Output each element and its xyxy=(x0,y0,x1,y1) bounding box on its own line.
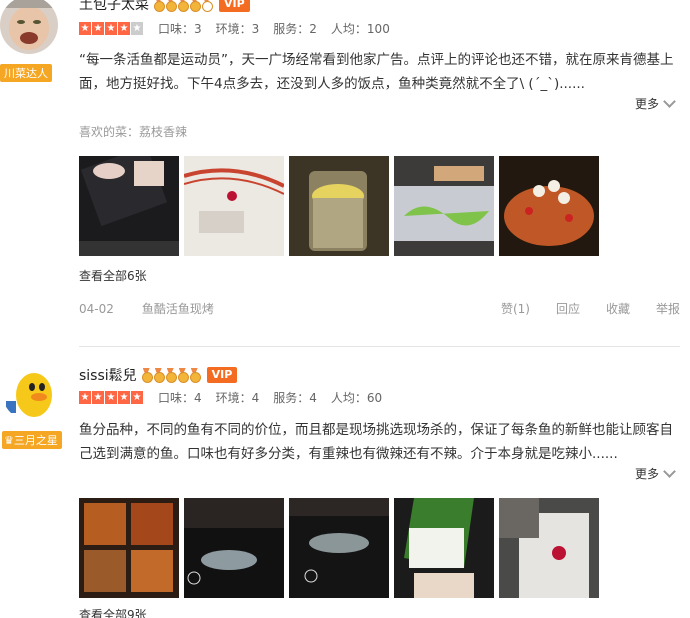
vip-badge[interactable]: VIP xyxy=(219,0,250,12)
star-icon: ★ xyxy=(79,21,92,35)
chevron-down-icon xyxy=(663,465,676,478)
username-link[interactable]: sissi鬆兒 xyxy=(79,365,137,385)
taste-score: 口味：3 xyxy=(158,21,202,36)
star-empty-icon: ★ xyxy=(131,21,144,35)
favorite-dish-label: 喜欢的菜： xyxy=(79,125,140,139)
review-text: “每一条活鱼都是运动员”，天一广场经常看到他家广告。点评上的评论也还不错，就在原… xyxy=(79,52,674,92)
view-all-photos-link[interactable]: 查看全部9张 xyxy=(79,606,147,618)
average-price: 人均：60 xyxy=(330,390,383,405)
medal-icon xyxy=(165,368,177,383)
user-avatar[interactable] xyxy=(2,363,60,421)
user-level-tag: ♛三月之星 xyxy=(2,431,62,449)
average-price: 人均：100 xyxy=(330,21,390,36)
star-icon: ★ xyxy=(79,390,92,404)
medal-icon xyxy=(189,368,201,383)
trophy-icon: ♛ xyxy=(4,434,14,447)
star-icon: ★ xyxy=(92,21,105,35)
star-rating: ★ ★ ★ ★ ★ xyxy=(79,390,144,404)
photo-strip xyxy=(79,156,604,256)
more-label: 更多 xyxy=(634,467,659,481)
star-icon: ★ xyxy=(118,390,131,404)
medal-icon xyxy=(177,368,189,383)
review-meta-row: 04-02 鱼酷活鱼现烤 赞(1) 回应 收藏 举报 xyxy=(79,300,680,317)
medal-icon xyxy=(141,368,153,383)
review-photo[interactable] xyxy=(499,156,599,256)
review-photo[interactable] xyxy=(184,498,284,598)
report-button[interactable]: 举报 xyxy=(656,300,680,317)
review-photo[interactable] xyxy=(79,156,179,256)
medal-icon xyxy=(153,368,165,383)
user-level-label: 三月之星 xyxy=(13,434,58,447)
star-icon: ★ xyxy=(131,390,144,404)
more-button[interactable]: 更多 xyxy=(634,465,676,482)
star-icon: ★ xyxy=(105,390,118,404)
user-name-row: 土包子太菜 VIP xyxy=(79,0,250,14)
more-button[interactable]: 更多 xyxy=(634,95,676,112)
review-photo[interactable] xyxy=(79,498,179,598)
reply-button[interactable]: 回应 xyxy=(556,300,580,317)
review-divider xyxy=(79,346,680,347)
environment-score: 环境：4 xyxy=(215,390,260,405)
review-photo[interactable] xyxy=(184,156,284,256)
user-avatar[interactable] xyxy=(0,0,58,54)
review-date: 04-02 xyxy=(79,301,114,316)
review-text: 鱼分品种，不同的鱼有不同的价位，而且都是现场挑选现场杀的，保证了每条鱼的新鲜也能… xyxy=(79,422,673,462)
medal-icon xyxy=(165,0,177,12)
username-link[interactable]: 土包子太菜 xyxy=(79,0,149,14)
medal-empty-icon xyxy=(201,0,213,12)
vip-badge[interactable]: VIP xyxy=(206,367,238,383)
star-icon: ★ xyxy=(105,21,118,35)
star-icon: ★ xyxy=(92,390,105,404)
service-score: 服务：4 xyxy=(273,390,317,405)
star-icon: ★ xyxy=(118,21,131,35)
user-level-tag: 川菜达人 xyxy=(0,64,52,82)
medal-icon xyxy=(177,0,189,12)
service-score: 服务：2 xyxy=(273,21,317,36)
user-name-row: sissi鬆兒 VIP xyxy=(79,365,238,385)
rating-row: ★ ★ ★ ★ ★ 口味：4 环境：4 服务：4 人均：60 xyxy=(79,389,396,405)
review-photo[interactable] xyxy=(394,156,494,256)
favorite-dish-value[interactable]: 荔枝香辣 xyxy=(139,125,187,139)
view-all-photos-link[interactable]: 查看全部6张 xyxy=(79,267,147,284)
chevron-down-icon xyxy=(663,95,676,108)
photo-strip xyxy=(79,498,604,598)
favorite-dish: 喜欢的菜：荔枝香辣 xyxy=(79,123,187,140)
medal-icon xyxy=(189,0,201,12)
star-rating: ★ ★ ★ ★ ★ xyxy=(79,21,144,35)
review-photo[interactable] xyxy=(289,156,389,256)
review-photo[interactable] xyxy=(499,498,599,598)
medal-icon xyxy=(153,0,165,12)
shop-link[interactable]: 鱼酷活鱼现烤 xyxy=(142,300,475,317)
rating-row: ★ ★ ★ ★ ★ 口味：3 环境：3 服务：2 人均：100 xyxy=(79,20,404,36)
environment-score: 环境：3 xyxy=(215,21,260,36)
review-photo[interactable] xyxy=(289,498,389,598)
taste-score: 口味：4 xyxy=(158,390,202,405)
more-label: 更多 xyxy=(634,97,659,111)
favorite-button[interactable]: 收藏 xyxy=(606,300,630,317)
review-photo[interactable] xyxy=(394,498,494,598)
like-button[interactable]: 赞(1) xyxy=(501,300,530,317)
